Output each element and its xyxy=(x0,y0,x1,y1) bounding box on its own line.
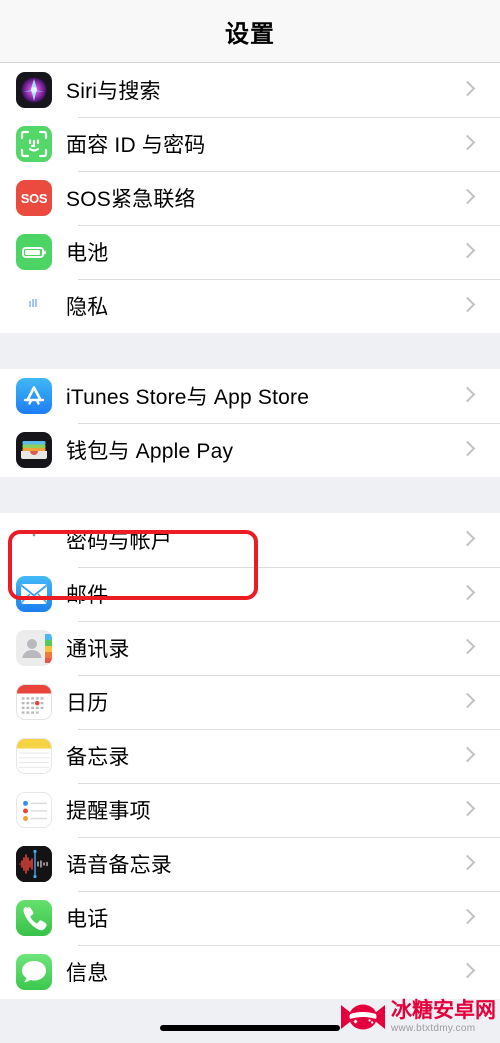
chevron-right-icon xyxy=(458,691,480,713)
settings-row-label: 通讯录 xyxy=(66,638,130,661)
settings-list: Siri与搜索面容 ID 与密码 SOS SOS紧急联络 电池隐私 iTunes Sto… xyxy=(0,63,500,999)
settings-row-label: 钱包与 Apple Pay xyxy=(66,440,234,463)
chevron-right-icon xyxy=(458,583,480,605)
wallet-icon xyxy=(16,432,52,468)
settings-row-label: 日历 xyxy=(66,692,109,715)
group-system: Siri与搜索面容 ID 与密码 SOS SOS紧急联络 电池隐私 xyxy=(0,63,500,333)
watermark: 冰糖安卓网 www.btxtdmy.com xyxy=(339,999,496,1035)
settings-row-label: Siri与搜索 xyxy=(66,80,161,103)
settings-row-label: 电话 xyxy=(66,908,109,931)
settings-row-label: 备忘录 xyxy=(66,746,130,769)
battery-icon xyxy=(16,234,52,270)
home-indicator[interactable] xyxy=(160,1025,340,1031)
settings-row-phone[interactable]: 电话 xyxy=(0,891,500,945)
navigation-bar: 设置 xyxy=(0,0,500,63)
group-stores: iTunes Store与 App Store 钱包与 Apple Pay xyxy=(0,369,500,477)
settings-row-label: 电池 xyxy=(66,242,109,265)
settings-row-face-id[interactable]: 面容 ID 与密码 xyxy=(0,117,500,171)
faceid-icon xyxy=(16,126,52,162)
settings-row-label: iTunes Store与 App Store xyxy=(66,386,310,409)
reminders-icon xyxy=(16,792,52,828)
chevron-right-icon xyxy=(458,187,480,209)
settings-row-label: 密码与帐户 xyxy=(66,530,172,553)
siri-icon xyxy=(16,72,52,108)
chevron-right-icon xyxy=(458,439,480,461)
settings-row-wallet-apple-pay[interactable]: 钱包与 Apple Pay xyxy=(0,423,500,477)
settings-row-label: 面容 ID 与密码 xyxy=(66,134,206,157)
notes-icon xyxy=(16,738,52,774)
settings-row-contacts[interactable]: 通讯录 xyxy=(0,621,500,675)
settings-row-privacy[interactable]: 隐私 xyxy=(0,279,500,333)
chevron-right-icon xyxy=(458,637,480,659)
chevron-right-icon xyxy=(458,385,480,407)
settings-row-label: 提醒事项 xyxy=(66,800,151,823)
chevron-right-icon xyxy=(458,961,480,983)
settings-row-messages[interactable]: 信息 xyxy=(0,945,500,999)
key-icon xyxy=(16,522,52,558)
group-separator xyxy=(0,333,500,369)
chevron-right-icon xyxy=(458,853,480,875)
settings-row-passwords-accounts[interactable]: 密码与帐户 xyxy=(0,513,500,567)
chevron-right-icon xyxy=(458,241,480,263)
chevron-right-icon xyxy=(458,745,480,767)
contacts-icon xyxy=(16,630,52,666)
settings-row-label: 语音备忘录 xyxy=(66,854,172,877)
settings-row-mail[interactable]: 邮件 xyxy=(0,567,500,621)
chevron-right-icon xyxy=(458,79,480,101)
settings-row-emergency-sos[interactable]: SOS SOS紧急联络 xyxy=(0,171,500,225)
watermark-site-url: www.btxtdmy.com xyxy=(391,1023,476,1034)
settings-row-label: 邮件 xyxy=(66,584,109,607)
chevron-right-icon xyxy=(458,799,480,821)
voice-memos-icon xyxy=(16,846,52,882)
chevron-right-icon xyxy=(458,907,480,929)
chevron-right-icon xyxy=(458,529,480,551)
settings-row-notes[interactable]: 备忘录 xyxy=(0,729,500,783)
settings-row-label: 隐私 xyxy=(66,296,109,319)
chevron-right-icon xyxy=(458,295,480,317)
settings-row-label: 信息 xyxy=(66,962,109,985)
privacy-hand-icon xyxy=(16,288,52,324)
settings-row-label: SOS紧急联络 xyxy=(66,188,196,211)
calendar-icon xyxy=(16,684,52,720)
group-apps: 密码与帐户邮件通讯录日历备忘录提醒事项语音备忘录电话信息 xyxy=(0,513,500,999)
messages-icon xyxy=(16,954,52,990)
phone-icon xyxy=(16,900,52,936)
settings-row-siri-search[interactable]: Siri与搜索 xyxy=(0,63,500,117)
settings-row-calendar[interactable]: 日历 xyxy=(0,675,500,729)
watermark-site-name: 冰糖安卓网 xyxy=(391,998,496,1022)
mail-icon xyxy=(16,576,52,612)
settings-row-reminders[interactable]: 提醒事项 xyxy=(0,783,500,837)
settings-screen: 设置 Siri与搜索面容 ID 与密码 SOS SOS紧急联络 电池隐私 iTunes … xyxy=(0,0,500,1043)
chevron-right-icon xyxy=(458,133,480,155)
group-separator xyxy=(0,477,500,513)
settings-row-itunes-app-store[interactable]: iTunes Store与 App Store xyxy=(0,369,500,423)
sos-icon: SOS xyxy=(16,180,52,216)
app-store-icon xyxy=(16,378,52,414)
candy-logo-icon xyxy=(341,1004,385,1030)
settings-row-voice-memos[interactable]: 语音备忘录 xyxy=(0,837,500,891)
settings-row-battery[interactable]: 电池 xyxy=(0,225,500,279)
page-title: 设置 xyxy=(225,20,275,48)
